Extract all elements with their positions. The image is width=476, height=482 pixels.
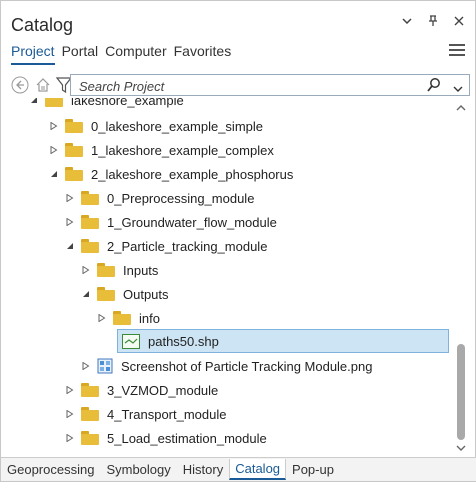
collapsed-triangle-icon[interactable]: [81, 265, 91, 275]
tree-item-label: 0_Preprocessing_module: [107, 190, 255, 206]
bottom-tab-geoprocessing[interactable]: Geoprocessing: [1, 460, 100, 479]
scroll-up-icon[interactable]: [455, 102, 467, 114]
tree-item-label: 1_Groundwater_flow_module: [107, 214, 277, 230]
expanded-triangle-icon[interactable]: [65, 241, 75, 251]
tree-item-label: 0_lakeshore_example_simple: [91, 118, 263, 134]
pin-icon[interactable]: [427, 15, 439, 27]
tree-item[interactable]: info: [97, 306, 160, 330]
tree-item-label: Outputs: [123, 286, 169, 302]
expanded-triangle-icon[interactable]: [49, 169, 59, 179]
search-box: [70, 74, 470, 96]
tree-item[interactable]: 1_lakeshore_example_complex: [49, 138, 274, 162]
folder-icon: [81, 383, 99, 397]
tree-item-label: 2_lakeshore_example_phosphorus: [91, 166, 294, 182]
tree-item[interactable]: 0_lakeshore_example_simple: [49, 114, 263, 138]
bottom-tab-bar: Geoprocessing Symbology History Catalog Pop-…: [1, 457, 476, 481]
tree-item[interactable]: 2_lakeshore_example_phosphorus: [49, 162, 293, 186]
bottom-tab-catalog[interactable]: Catalog: [229, 459, 287, 480]
expanded-triangle-icon[interactable]: [81, 289, 91, 299]
tab-portal[interactable]: Portal: [62, 43, 99, 65]
collapsed-triangle-icon[interactable]: [65, 409, 75, 419]
image-file-icon: [97, 358, 113, 374]
tree-item-label: 4_Transport_module: [107, 406, 227, 422]
back-arrow-icon[interactable]: [11, 76, 29, 94]
tab-project[interactable]: Project: [11, 43, 55, 65]
expanded-triangle-icon[interactable]: [29, 98, 39, 105]
scrollbar-thumb[interactable]: [457, 344, 465, 440]
collapsed-triangle-icon[interactable]: [65, 217, 75, 227]
tree-scrollbar[interactable]: [455, 98, 467, 456]
tree-item[interactable]: 3_VZMOD_module: [65, 378, 218, 402]
hamburger-menu-icon[interactable]: [449, 44, 465, 58]
tree-item-label: 1_lakeshore_example_complex: [91, 142, 274, 158]
collapsed-triangle-icon[interactable]: [65, 433, 75, 443]
tab-favorites[interactable]: Favorites: [174, 43, 232, 65]
pane-title: Catalog: [11, 15, 74, 35]
tree-item-label: lakeshore_example: [71, 98, 184, 108]
bottom-tab-history[interactable]: History: [177, 460, 229, 479]
tree-item[interactable]: 1_Groundwater_flow_module: [65, 210, 277, 234]
tree-item-label: Inputs: [123, 262, 159, 278]
tree-item[interactable]: 0_Preprocessing_module: [65, 186, 254, 210]
folder-icon: [65, 143, 83, 157]
tree-item[interactable]: Screenshot of Particle Tracking Module.p…: [81, 354, 372, 378]
tree-item[interactable]: NLET_Screenshots_20240827_...th: [29, 452, 278, 456]
bottom-tab-pop-up[interactable]: Pop-up: [286, 460, 340, 479]
scroll-down-icon[interactable]: [455, 442, 467, 454]
tree-item-label: Screenshot of Particle Tracking Module.p…: [121, 358, 373, 374]
folder-icon: [81, 239, 99, 253]
folder-icon: [81, 431, 99, 445]
folder-icon: [81, 407, 99, 421]
collapsed-triangle-icon[interactable]: [65, 193, 75, 203]
pane-title-controls: [401, 15, 465, 27]
catalog-tree: lakeshore_example 0_lakeshore_example_sim…: [9, 98, 453, 456]
catalog-tabs: Project Portal Computer Favorites: [11, 43, 231, 65]
tree-item[interactable]: Outputs: [81, 282, 169, 306]
search-icon[interactable]: [427, 77, 441, 98]
tab-computer[interactable]: Computer: [105, 43, 166, 65]
folder-icon: [97, 263, 115, 277]
collapsed-triangle-icon[interactable]: [81, 361, 91, 371]
tree-item-label: info: [139, 310, 160, 326]
home-icon[interactable]: [35, 77, 51, 93]
tree-item[interactable]: 4_Transport_module: [65, 402, 226, 426]
tree-item[interactable]: 2_Particle_tracking_module: [65, 234, 267, 258]
collapsed-triangle-icon[interactable]: [65, 385, 75, 395]
tree-item-label: 5_Load_estimation_module: [107, 430, 267, 446]
folder-icon: [81, 215, 99, 229]
tree-item[interactable]: 5_Load_estimation_module: [65, 426, 267, 450]
search-input[interactable]: [77, 77, 411, 95]
tree-item[interactable]: Inputs: [81, 258, 158, 282]
tree-item-label: paths50.shp: [148, 333, 219, 349]
tree-item[interactable]: paths50.shp: [117, 329, 449, 353]
bottom-tab-symbology[interactable]: Symbology: [100, 460, 176, 479]
folder-icon: [113, 311, 131, 325]
tree-item[interactable]: lakeshore_example: [29, 98, 184, 112]
collapsed-triangle-icon[interactable]: [97, 313, 107, 323]
tree-item-label: 3_VZMOD_module: [107, 382, 219, 398]
folder-icon: [65, 119, 83, 133]
folder-icon: [81, 191, 99, 205]
catalog-pane: Catalog Project Portal Computer Favorites: [0, 0, 476, 482]
shapefile-line-icon: [122, 333, 140, 349]
collapsed-triangle-icon[interactable]: [49, 121, 59, 131]
search-options-chevron-icon[interactable]: [453, 79, 463, 97]
close-icon[interactable]: [453, 16, 465, 26]
folder-icon: [97, 287, 115, 301]
folder-icon: [65, 167, 83, 181]
tree-item-label: 2_Particle_tracking_module: [107, 238, 268, 254]
folder-icon: [45, 98, 63, 107]
collapsed-triangle-icon[interactable]: [49, 145, 59, 155]
chevron-down-icon[interactable]: [401, 18, 413, 24]
